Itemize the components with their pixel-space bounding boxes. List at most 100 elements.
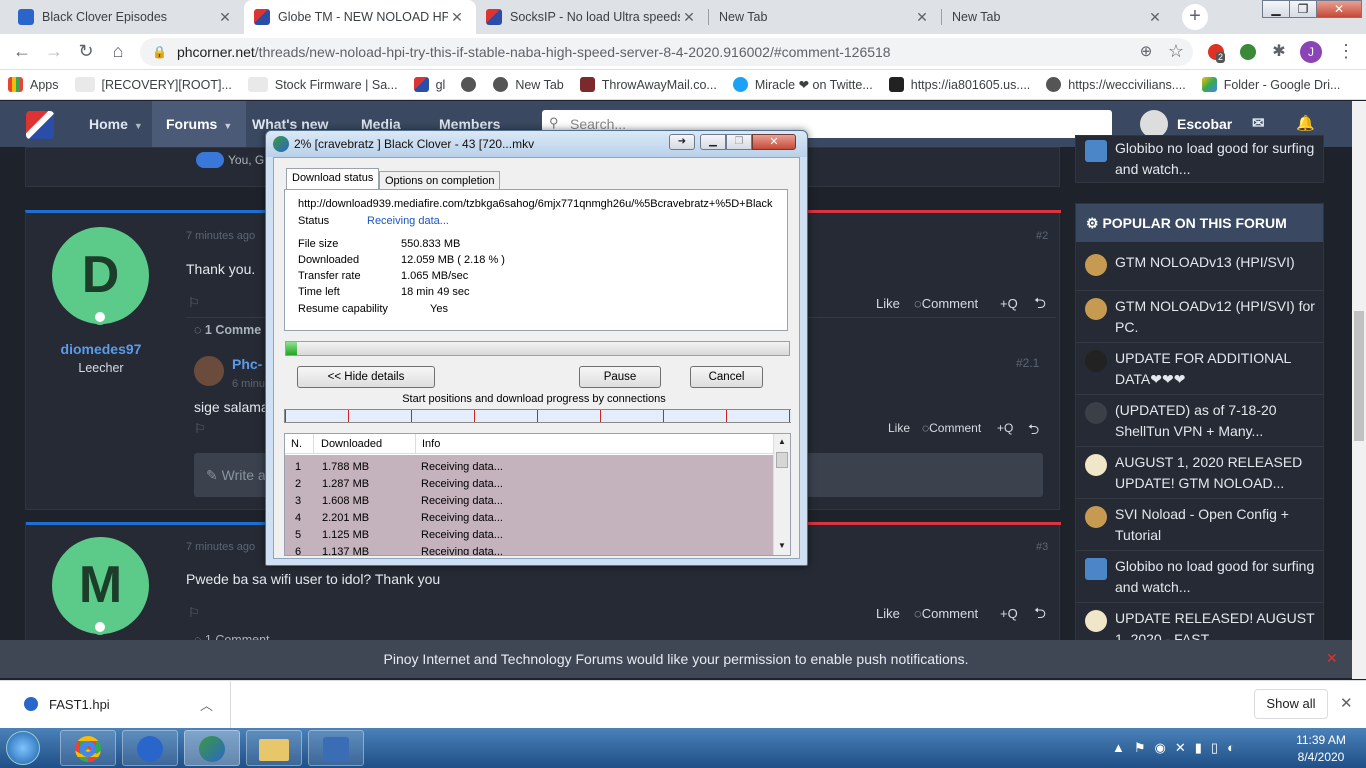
col-downloaded[interactable]: Downloaded [321,438,382,450]
start-button[interactable] [6,731,40,765]
push-notification-banner[interactable]: Pinoy Internet and Technology Forums wou… [0,640,1352,678]
bookmark-item[interactable]: Stock Firmware | Sa... [247,77,398,92]
quote-button[interactable]: +Q [1000,606,1018,621]
page-scrollbar[interactable] [1352,101,1366,679]
close-icon[interactable]: ✕ [1326,650,1338,667]
puzzle-extensions-icon[interactable]: ✱ [1267,40,1291,64]
bookmark-item[interactable]: Miracle ❤ on Twitte... [732,77,873,92]
show-all-button[interactable]: Show all [1254,689,1328,719]
scrollbar-thumb[interactable] [1354,311,1364,441]
scroll-up-icon[interactable]: ▲ [774,434,790,450]
cancel-button[interactable]: Cancel [690,366,763,388]
home-icon[interactable]: ⌂ [106,40,130,64]
report-flag-icon[interactable]: ⚐ [194,421,206,437]
bookmark-item[interactable] [461,77,483,92]
hide-details-button[interactable]: << Hide details [297,366,435,388]
taskbar-app[interactable] [122,730,178,766]
report-flag-icon[interactable]: ⚐ [188,295,200,311]
close-tab-icon[interactable]: ✕ [680,9,698,26]
popular-item[interactable]: UPDATE RELEASED! AUGUST 1, 2020 - FAST..… [1085,608,1320,640]
col-n[interactable]: N. [291,438,302,450]
bookmark-apps[interactable]: Apps [8,77,59,92]
close-dialog-button[interactable]: ✕ [752,134,796,150]
comment-button[interactable]: ◌Comment [914,296,978,311]
popular-item[interactable]: GTM NOLOADv12 (HPI/SVI) for PC. [1085,296,1320,338]
new-tab-button[interactable]: + [1182,4,1208,30]
download-file-name[interactable]: FAST1.hpi [49,697,110,712]
bookmark-item[interactable]: https://ia801605.us.... [888,77,1030,92]
popular-item[interactable]: (UPDATED) as of 7-18-20 ShellTun VPN + M… [1085,400,1320,442]
minimize-window-button[interactable]: ▁ [1262,0,1290,18]
maximize-dialog-button[interactable]: ❐ [726,134,752,150]
profile-avatar[interactable]: J [1300,41,1322,63]
system-tray-icons[interactable]: ▲⚑◉✕▮▯◐ [1112,740,1244,756]
user-avatar[interactable] [1140,110,1168,138]
post-number[interactable]: #2 [1036,230,1048,242]
comment-button[interactable]: ◌Comment [922,421,981,435]
bookmark-item[interactable]: gl [413,77,445,92]
close-window-button[interactable]: ✕ [1316,0,1362,18]
bookmark-item[interactable]: ThrowAwayMail.co... [579,77,717,92]
taskbar-explorer[interactable] [246,730,302,766]
bookmark-item[interactable]: New Tab [493,77,564,92]
close-tab-icon[interactable]: ✕ [448,9,466,26]
tab-options-on-completion[interactable]: Options on completion [379,171,501,190]
reply-number[interactable]: #2.1 [1016,356,1039,370]
clock-date[interactable]: 8/4/2020 [1286,750,1356,764]
chevron-up-icon[interactable]: ︿ [200,695,213,714]
bookmark-item[interactable]: https://weccivilians.... [1046,77,1186,92]
sidebar-item[interactable]: Globibo no load good for surfing and wat… [1085,138,1320,180]
close-tab-icon[interactable]: ✕ [1146,9,1164,26]
post-number[interactable]: #3 [1036,541,1048,553]
scrollbar-thumb[interactable] [776,452,788,468]
like-button[interactable]: Like [888,421,910,435]
taskbar-idm[interactable] [184,730,240,766]
avatar[interactable] [194,356,224,386]
quote-button[interactable]: +Q [1000,296,1018,311]
popular-item[interactable]: UPDATE FOR ADDITIONAL DATA❤❤❤ [1085,348,1320,390]
bookmark-item[interactable]: Folder - Google Dri... [1201,77,1340,92]
popular-item[interactable]: SVI Noload - Open Config + Tutorial [1085,504,1320,546]
close-icon[interactable]: ✕ [1340,694,1353,712]
browser-tab[interactable]: New Tab ✕ [942,0,1174,34]
scroll-down-icon[interactable]: ▼ [774,538,790,554]
reaction-text[interactable]: You, Gi [228,153,267,167]
browser-tab[interactable]: SocksIP - No load Ultra speeds ✕ [476,0,708,34]
bookmark-item[interactable]: [RECOVERY][ROOT]... [74,77,232,92]
taskbar-app[interactable] [308,730,364,766]
post-time[interactable]: 7 minutes ago [186,230,255,242]
tab-download-status[interactable]: Download status [286,168,380,190]
maximize-window-button[interactable]: ❐ [1289,0,1317,18]
extension-icon[interactable]: 2 [1204,40,1228,64]
reply-username[interactable]: Phc- [232,356,262,372]
pause-button[interactable]: Pause [579,366,661,388]
bookmark-star-icon[interactable]: ☆ [1164,40,1188,64]
reply-icon[interactable]: ⮌ [1034,293,1046,318]
reload-icon[interactable]: ↻ [74,40,98,64]
address-bar[interactable]: 🔒 phcorner.net/threads/new-noload-hpi-tr… [140,38,1193,66]
add-icon[interactable]: ⊕ [1134,40,1158,64]
popular-item[interactable]: Globibo no load good for surfing and wat… [1085,556,1320,598]
nav-home[interactable]: Home ▼ [89,101,143,147]
col-info[interactable]: Info [422,438,440,450]
taskbar-chrome[interactable] [60,730,116,766]
comments-count[interactable]: ◌ 1 Comme [194,323,261,337]
reply-time[interactable]: 6 minu [232,378,265,390]
tray-button[interactable]: ➜ [669,134,695,150]
popular-item[interactable]: AUGUST 1, 2020 RELEASED UPDATE! GTM NOLO… [1085,452,1320,494]
browser-tab[interactable]: New Tab ✕ [709,0,941,34]
popular-item[interactable]: GTM NOLOADv13 (HPI/SVI) [1085,252,1320,276]
like-button[interactable]: Like [876,606,900,621]
site-logo[interactable] [26,111,54,139]
table-scrollbar[interactable]: ▲ ▼ [773,434,790,555]
close-tab-icon[interactable]: ✕ [913,9,931,26]
back-icon[interactable]: ← [10,40,34,64]
browser-tab[interactable]: Black Clover Episodes ✕ [8,0,244,34]
post-username[interactable]: diomedes97 [26,341,176,357]
forward-icon[interactable]: → [42,40,66,64]
menu-icon[interactable]: ⋮ [1334,40,1358,64]
clock-time[interactable]: 11:39 AM [1286,733,1356,747]
globe-extension-icon[interactable] [1236,40,1260,64]
close-tab-icon[interactable]: ✕ [216,9,234,26]
report-flag-icon[interactable]: ⚐ [188,605,200,621]
